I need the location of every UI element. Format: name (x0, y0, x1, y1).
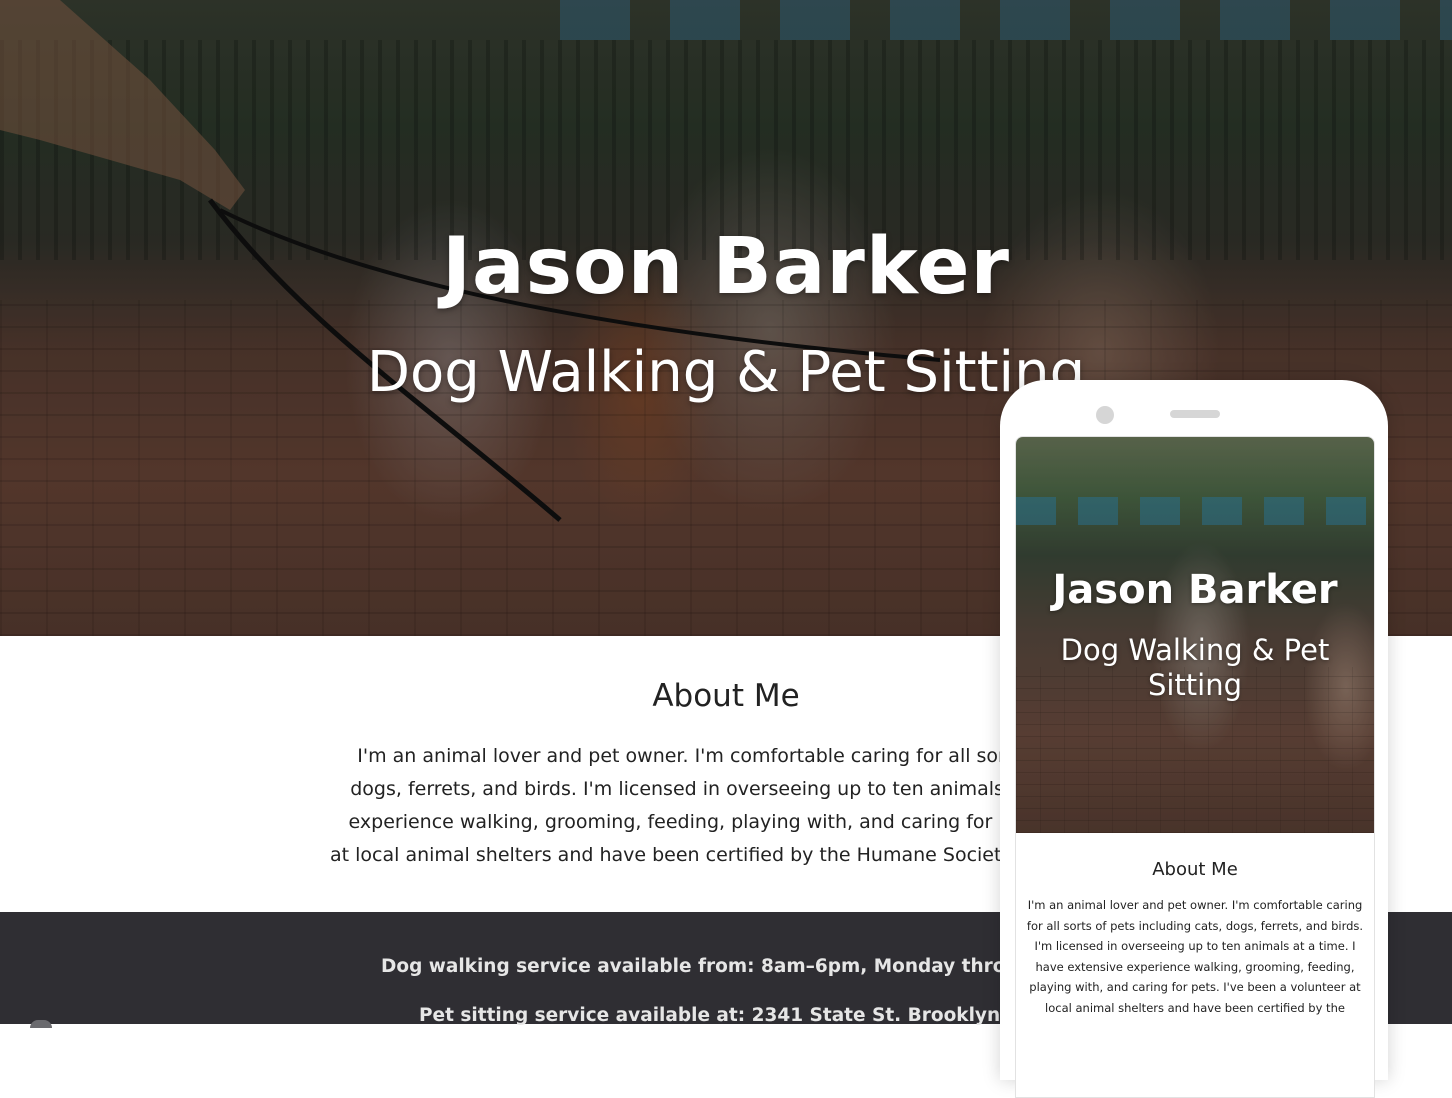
mobile-hero-subtitle-line: Sitting (1147, 668, 1243, 702)
phone-camera (1096, 406, 1114, 424)
phone-screen: Jason Barker Dog Walking & Pet Sitting A… (1015, 436, 1375, 1098)
mobile-about-line: playing with, and caring for pets. I've … (1029, 980, 1361, 995)
mobile-hero-subtitle-line: Dog Walking & Pet (1060, 633, 1330, 667)
walking-hours-text: Dog walking service available from: 8am–… (381, 956, 1078, 977)
sitting-address-text: Pet sitting service available at: 2341 S… (419, 1005, 1088, 1026)
mobile-hero-subtitle: Dog Walking & Pet Sitting (1016, 633, 1374, 703)
phone-mockup: Jason Barker Dog Walking & Pet Sitting A… (1000, 380, 1388, 1098)
mobile-about-line: local animal shelters and have been cert… (1045, 1000, 1345, 1015)
mobile-about-heading: About Me (1152, 859, 1238, 880)
mobile-hero-banner: Jason Barker Dog Walking & Pet Sitting (1016, 437, 1374, 833)
phone-speaker (1170, 410, 1220, 418)
mobile-about-line: I'm licensed in overseeing up to ten ani… (1034, 939, 1356, 954)
mobile-about-line: I'm an animal lover and pet owner. I'm c… (1027, 898, 1363, 912)
mobile-about-paragraph: I'm an animal lover and pet owner. I'm c… (1024, 895, 1366, 1019)
hero-title: Jason Barker (441, 222, 1011, 312)
mobile-about-line: for all sorts of pets including cats, do… (1026, 918, 1364, 933)
mobile-about-line: have extensive experience walking, groom… (1035, 959, 1355, 974)
mobile-hero-title: Jason Barker (1052, 567, 1338, 613)
chevron-up-icon[interactable] (30, 1020, 52, 1028)
